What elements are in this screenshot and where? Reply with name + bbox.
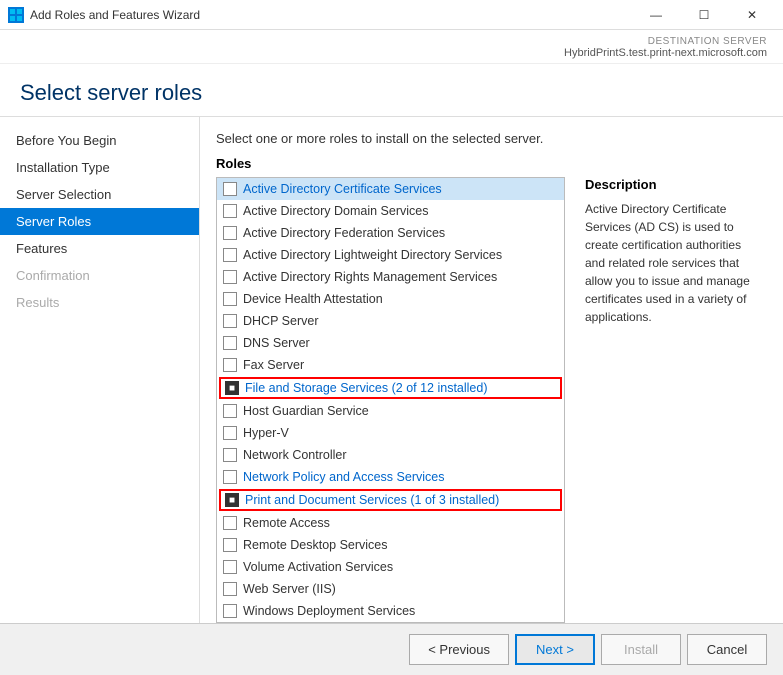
role-label-web-server: Web Server (IIS) [243, 582, 336, 596]
role-label-ad-domain: Active Directory Domain Services [243, 204, 428, 218]
role-item-network-controller[interactable]: Network Controller [217, 444, 564, 466]
checkbox-host-guardian[interactable] [223, 404, 237, 418]
sidebar-item-server-selection[interactable]: Server Selection [0, 181, 199, 208]
role-item-hyper-v[interactable]: Hyper-V [217, 422, 564, 444]
sidebar-item-confirmation: Confirmation [0, 262, 199, 289]
checkbox-ad-domain[interactable] [223, 204, 237, 218]
role-item-windows-deployment[interactable]: Windows Deployment Services [217, 600, 564, 622]
install-button[interactable]: Install [601, 634, 681, 665]
roles-list[interactable]: Active Directory Certificate Services Ac… [217, 178, 564, 622]
role-label-host-guardian: Host Guardian Service [243, 404, 369, 418]
role-item-dhcp[interactable]: DHCP Server [217, 310, 564, 332]
role-item-device-health[interactable]: Device Health Attestation [217, 288, 564, 310]
role-label-dhcp: DHCP Server [243, 314, 318, 328]
role-label-network-controller: Network Controller [243, 448, 347, 462]
maximize-button[interactable]: ☐ [681, 0, 727, 30]
role-item-volume-activation[interactable]: Volume Activation Services [217, 556, 564, 578]
roles-container: Active Directory Certificate Services Ac… [216, 177, 767, 623]
role-label-file-storage: File and Storage Services (2 of 12 insta… [245, 381, 488, 395]
roles-list-wrapper: Active Directory Certificate Services Ac… [216, 177, 565, 623]
sidebar: Before You Begin Installation Type Serve… [0, 117, 200, 623]
previous-button[interactable]: < Previous [409, 634, 509, 665]
wizard-body: DESTINATION SERVER HybridPrintS.test.pri… [0, 30, 783, 675]
role-label-ad-rights: Active Directory Rights Management Servi… [243, 270, 497, 284]
description-title: Description [585, 177, 759, 192]
sidebar-item-results: Results [0, 289, 199, 316]
role-label-windows-deployment: Windows Deployment Services [243, 604, 415, 618]
role-item-web-server[interactable]: Web Server (IIS) [217, 578, 564, 600]
sidebar-item-server-roles[interactable]: Server Roles [0, 208, 199, 235]
window-controls: — ☐ ✕ [633, 0, 775, 30]
description-text: Active Directory Certificate Services (A… [585, 200, 759, 326]
checkbox-fax[interactable] [223, 358, 237, 372]
role-label-fax: Fax Server [243, 358, 304, 372]
role-label-remote-access: Remote Access [243, 516, 330, 530]
role-item-dns[interactable]: DNS Server [217, 332, 564, 354]
role-label-volume-activation: Volume Activation Services [243, 560, 393, 574]
close-button[interactable]: ✕ [729, 0, 775, 30]
role-item-fax[interactable]: Fax Server [217, 354, 564, 376]
window-title: Add Roles and Features Wizard [30, 8, 633, 22]
next-button[interactable]: Next > [515, 634, 595, 665]
checkbox-remote-access[interactable] [223, 516, 237, 530]
checkbox-file-storage[interactable]: ■ [225, 381, 239, 395]
titlebar: Add Roles and Features Wizard — ☐ ✕ [0, 0, 783, 30]
role-label-remote-desktop: Remote Desktop Services [243, 538, 388, 552]
destination-server-bar: DESTINATION SERVER HybridPrintS.test.pri… [0, 30, 783, 64]
role-label-network-policy: Network Policy and Access Services [243, 470, 444, 484]
role-label-dns: DNS Server [243, 336, 310, 350]
sidebar-item-features[interactable]: Features [0, 235, 199, 262]
sidebar-item-before-you-begin[interactable]: Before You Begin [0, 127, 199, 154]
role-item-remote-access[interactable]: Remote Access [217, 512, 564, 534]
checkbox-network-controller[interactable] [223, 448, 237, 462]
cancel-button[interactable]: Cancel [687, 634, 767, 665]
role-item-ad-fed[interactable]: Active Directory Federation Services [217, 222, 564, 244]
role-item-network-policy[interactable]: Network Policy and Access Services [217, 466, 564, 488]
checkbox-windows-deployment[interactable] [223, 604, 237, 618]
role-item-ad-domain[interactable]: Active Directory Domain Services [217, 200, 564, 222]
checkbox-network-policy[interactable] [223, 470, 237, 484]
wizard-content: Before You Begin Installation Type Serve… [0, 117, 783, 623]
dest-server-label: DESTINATION SERVER [16, 36, 767, 47]
checkbox-dns[interactable] [223, 336, 237, 350]
checkbox-web-server[interactable] [223, 582, 237, 596]
role-label-device-health: Device Health Attestation [243, 292, 383, 306]
checkbox-print-doc[interactable]: ■ [225, 493, 239, 507]
dest-server-value: HybridPrintS.test.print-next.microsoft.c… [16, 47, 767, 59]
main-panel: Select one or more roles to install on t… [200, 117, 783, 623]
checkbox-volume-activation[interactable] [223, 560, 237, 574]
role-item-file-storage[interactable]: ■ File and Storage Services (2 of 12 ins… [219, 377, 562, 399]
checkbox-dhcp[interactable] [223, 314, 237, 328]
role-label-hyper-v: Hyper-V [243, 426, 289, 440]
checkbox-hyper-v[interactable] [223, 426, 237, 440]
description-panel: Description Active Directory Certificate… [577, 177, 767, 623]
role-item-print-doc[interactable]: ■ Print and Document Services (1 of 3 in… [219, 489, 562, 511]
checkbox-ad-cert[interactable] [223, 182, 237, 196]
wizard-header: Select server roles [0, 64, 783, 117]
role-item-ad-rights[interactable]: Active Directory Rights Management Servi… [217, 266, 564, 288]
minimize-button[interactable]: — [633, 0, 679, 30]
role-item-host-guardian[interactable]: Host Guardian Service [217, 400, 564, 422]
app-icon [8, 7, 24, 23]
sidebar-item-installation-type[interactable]: Installation Type [0, 154, 199, 181]
roles-label: Roles [216, 156, 767, 171]
checkbox-ad-rights[interactable] [223, 270, 237, 284]
checkbox-ad-fed[interactable] [223, 226, 237, 240]
role-label-ad-cert: Active Directory Certificate Services [243, 182, 442, 196]
checkbox-ad-lightweight[interactable] [223, 248, 237, 262]
checkbox-device-health[interactable] [223, 292, 237, 306]
wizard-footer: < Previous Next > Install Cancel [0, 623, 783, 675]
role-item-ad-lightweight[interactable]: Active Directory Lightweight Directory S… [217, 244, 564, 266]
role-label-ad-fed: Active Directory Federation Services [243, 226, 445, 240]
role-label-print-doc: Print and Document Services (1 of 3 inst… [245, 493, 499, 507]
checkbox-remote-desktop[interactable] [223, 538, 237, 552]
role-item-remote-desktop[interactable]: Remote Desktop Services [217, 534, 564, 556]
role-label-ad-lightweight: Active Directory Lightweight Directory S… [243, 248, 502, 262]
page-title: Select server roles [20, 80, 763, 106]
instruction-text: Select one or more roles to install on t… [216, 131, 767, 146]
role-item-ad-cert[interactable]: Active Directory Certificate Services [217, 178, 564, 200]
